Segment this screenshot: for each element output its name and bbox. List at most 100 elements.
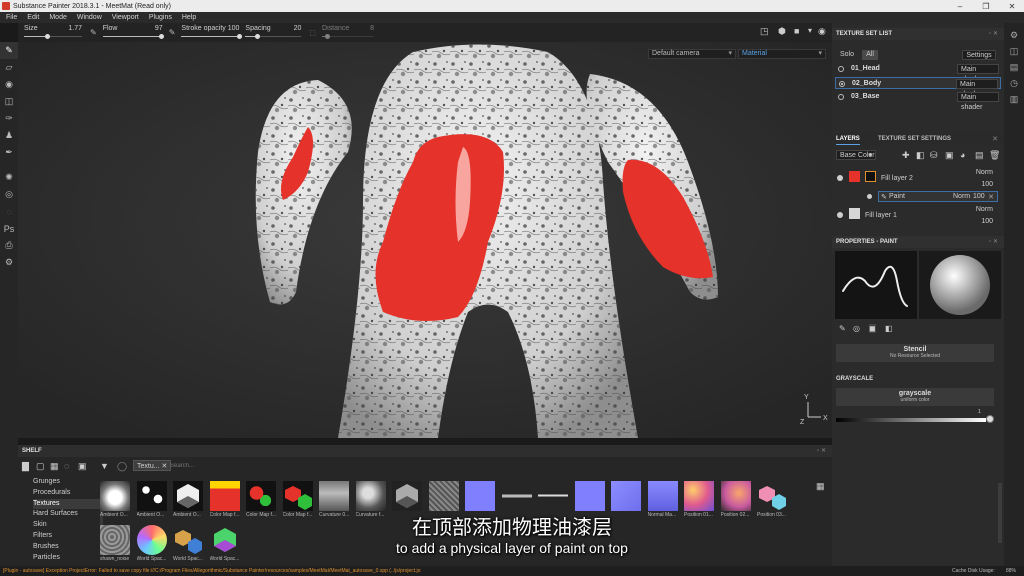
add-fill-layer-icon[interactable]: ◕	[960, 150, 965, 160]
visibility-eye-icon[interactable]	[837, 212, 843, 218]
texture-set-row[interactable]: 03_Base Main shader	[835, 91, 1001, 111]
spacing-param[interactable]: Spacing 20	[245, 23, 302, 42]
add-folder-icon[interactable]: ▤	[975, 150, 984, 161]
shader-select[interactable]: Main shader	[957, 92, 999, 111]
3d-viewport[interactable]: Y X Z Default camera ▾ Material ▾	[18, 42, 832, 438]
shelf-category-item[interactable]: Grunges	[33, 477, 105, 487]
eraser-icon[interactable]: ▱	[0, 59, 18, 76]
size-param[interactable]: Size 1.77	[24, 23, 82, 42]
distance-param[interactable]: Distance 8	[322, 23, 375, 42]
video-icon[interactable]: ■	[794, 26, 799, 36]
stroke-opacity-param[interactable]: Stroke opacity 100	[181, 23, 243, 42]
color-picker-icon[interactable]: ✒	[0, 144, 18, 161]
smudge-icon[interactable]: ✑	[0, 110, 18, 127]
shelf-asset-tile[interactable]	[392, 481, 425, 512]
layers-panel-icon[interactable]: ◫	[1004, 43, 1024, 59]
shelf-asset-tile[interactable]	[538, 481, 571, 512]
meetmat-model[interactable]: Y X Z	[18, 42, 832, 438]
shelf-category-item[interactable]: Textures	[33, 498, 105, 509]
distance-value[interactable]: 8	[370, 25, 374, 32]
close-icon[interactable]: ✕	[1000, 0, 1024, 12]
camera-select[interactable]: Default camera ▾	[648, 49, 736, 59]
panel-float-icon[interactable]: ▫ ✕	[989, 28, 998, 40]
add-fill-icon[interactable]: ⛁	[930, 150, 938, 161]
layer-effect-item[interactable]: ✎ Paint Norm 100 ✕	[867, 191, 998, 202]
tab-layers[interactable]: LAYERS	[836, 133, 860, 145]
bake-icon[interactable]: ✺	[0, 169, 18, 186]
shelf-category-item[interactable]: Procedurals	[33, 488, 105, 498]
display-settings-icon[interactable]: ▾	[808, 26, 812, 35]
texture-set-radio[interactable]	[838, 66, 844, 72]
tab-texture-set-settings[interactable]: TEXTURE SET SETTINGS	[878, 133, 951, 145]
particle-icon[interactable]: ◌	[0, 203, 18, 220]
maximize-icon[interactable]: ❐	[974, 0, 998, 12]
shelf-asset-tile[interactable]	[611, 481, 644, 512]
settings-dropdown[interactable]: Settings	[962, 50, 996, 60]
shelf-asset-tile[interactable]	[465, 481, 498, 512]
solo-button[interactable]: Solo	[838, 50, 856, 60]
menu-file[interactable]: File	[6, 14, 17, 21]
pen-pressure-icon[interactable]: ✎	[90, 28, 97, 37]
menu-window[interactable]: Window	[77, 14, 102, 21]
stroke-opacity-value[interactable]: 100	[228, 25, 240, 32]
remove-effect-icon[interactable]: ✕	[988, 193, 994, 201]
flow-param[interactable]: Flow 97	[102, 23, 164, 42]
history-icon[interactable]: ◷	[1004, 75, 1024, 91]
log-icon[interactable]: ▥	[1004, 91, 1024, 107]
spacing-value[interactable]: 20	[294, 25, 302, 32]
texture-set-row[interactable]: 01_Head Main shader	[835, 63, 1001, 83]
reset-icon[interactable]: ▣	[78, 461, 87, 472]
flow-value[interactable]: 97	[155, 25, 163, 32]
shelf-asset-tile[interactable]	[428, 481, 462, 512]
layer-item[interactable]: Fill layer 1 Norm 100	[835, 205, 1001, 229]
panel-close-icon[interactable]: ✕	[992, 135, 998, 143]
brush-icon[interactable]: ✎	[839, 324, 846, 333]
stencil-slot[interactable]: Stencil No Resource Selected	[836, 344, 994, 362]
add-mask-icon[interactable]: ◧	[916, 150, 925, 161]
menu-help[interactable]: Help	[182, 14, 196, 21]
grayscale-slot[interactable]: grayscale uniform color	[836, 388, 994, 406]
texture-set-row[interactable]: 02_Body Main shader	[835, 77, 1001, 98]
layer-opacity[interactable]: 100	[981, 218, 993, 225]
texture-set-radio[interactable]	[839, 81, 845, 87]
shelf-asset-tile[interactable]	[501, 481, 535, 512]
blend-mode[interactable]: Norm	[976, 206, 993, 213]
texture-set-panel-icon[interactable]: ⚙	[1004, 27, 1024, 43]
panel-float-icon[interactable]: ▫ ✕	[817, 445, 826, 457]
hide-icon[interactable]: ◌	[64, 461, 69, 471]
size-slider[interactable]	[24, 34, 82, 39]
flow-slider[interactable]	[102, 34, 164, 39]
all-button[interactable]: All	[862, 50, 878, 60]
effect-opacity[interactable]: 100	[973, 193, 985, 200]
polygon-fill-icon[interactable]: ◫	[0, 93, 18, 110]
shelf-asset-tile[interactable]	[574, 481, 608, 512]
screenshot-icon[interactable]: ◉	[818, 26, 826, 37]
blend-mode[interactable]: Norm	[953, 193, 970, 200]
add-paint-layer-icon[interactable]: ▣	[945, 150, 954, 161]
grayscale-slider[interactable]	[836, 418, 986, 422]
paint-brush-icon[interactable]: ✎	[0, 42, 18, 59]
display-mode-select[interactable]: Material ▾	[738, 49, 826, 59]
grid-view-icon[interactable]: ▦	[50, 461, 59, 472]
panel-float-icon[interactable]: ▫ ✕	[989, 236, 998, 248]
lazy-mouse-icon[interactable]: ⬚	[309, 29, 316, 37]
grid-size-icon[interactable]: ▦	[816, 481, 825, 492]
folder-icon[interactable]: ▇	[22, 461, 29, 472]
layer-opacity[interactable]: 100	[981, 181, 993, 188]
photoshop-export-icon[interactable]: Ps	[0, 220, 18, 237]
menu-viewport[interactable]: Viewport	[112, 14, 139, 21]
projection-icon[interactable]: ◉	[0, 76, 18, 93]
size-value[interactable]: 1.77	[68, 25, 82, 32]
minimize-icon[interactable]: –	[948, 0, 972, 12]
material-icon[interactable]: ◧	[885, 324, 893, 333]
flow-pressure-icon[interactable]: ✎	[169, 28, 176, 37]
spacing-slider[interactable]	[245, 34, 302, 39]
alpha-icon[interactable]: ◎	[853, 324, 860, 333]
grayscale-picker-icon[interactable]	[986, 415, 994, 423]
shader-select[interactable]: Main shader	[956, 79, 998, 98]
visibility-eye-icon[interactable]	[867, 194, 872, 199]
filter-icon[interactable]: ▼	[100, 461, 109, 471]
stencil-icon[interactable]: ◼	[869, 324, 876, 333]
display-settings-icon[interactable]: ▤	[1004, 59, 1024, 75]
blend-mode[interactable]: Norm	[976, 169, 993, 176]
